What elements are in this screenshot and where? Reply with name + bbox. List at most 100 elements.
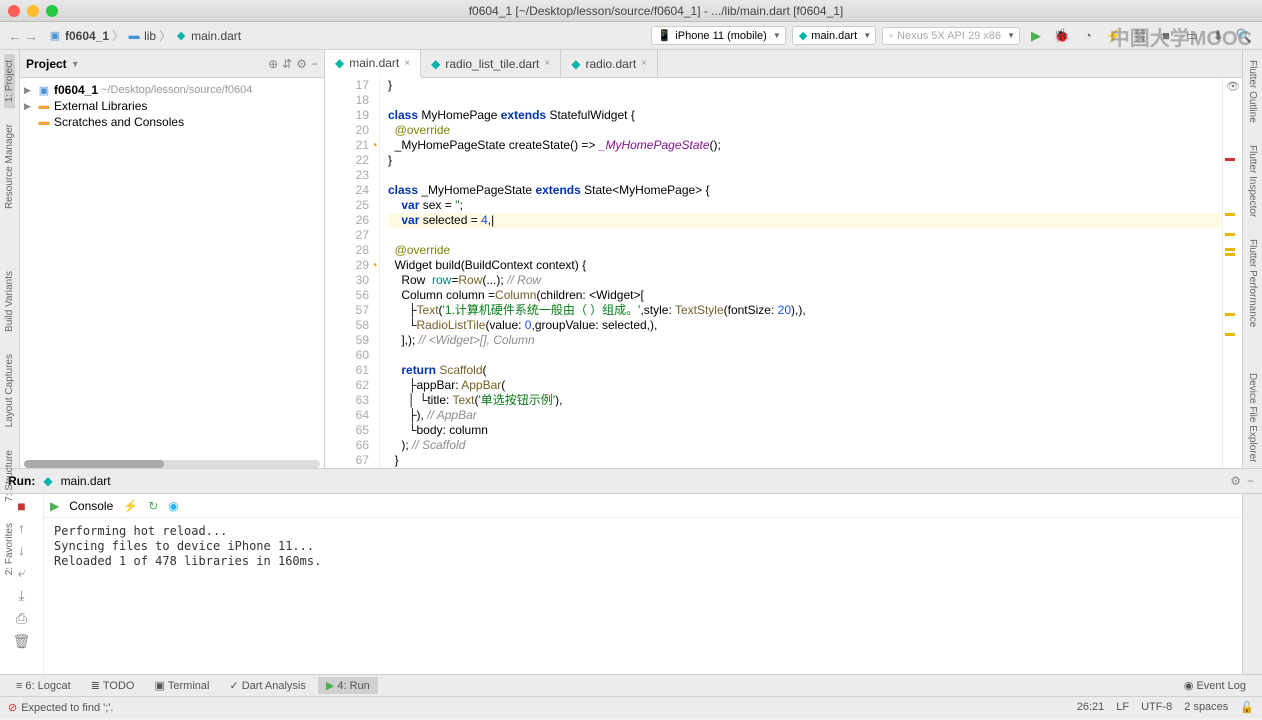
profile-icon[interactable]: ◔ [1078,26,1098,46]
gear-icon[interactable]: ⚙ [1230,474,1241,488]
breadcrumb-project: f0604_1 [65,29,109,43]
scroll-icon[interactable]: ⤓ [18,587,24,604]
tree-row-root[interactable]: ▶ ▣ f0604_1 ~/Desktop/lesson/source/f060… [20,82,324,98]
tree-row-external[interactable]: ▶ ▬ External Libraries [20,98,324,114]
forward-icon[interactable]: → [24,28,38,44]
hot-reload-icon[interactable]: ⚡ [1104,26,1124,46]
run-icon[interactable]: ▶ [1026,26,1046,46]
bottom-tool-tabs: ≡6: Logcat ≣TODO ▣Terminal ✓Dart Analysi… [0,674,1262,696]
event-log-tab[interactable]: ◉Event Log [1176,677,1254,694]
search-icon[interactable]: 🔍 [1234,26,1254,46]
sdk-manager-icon[interactable]: ⬇ [1208,26,1228,46]
open-devtools-icon[interactable]: ◉ [168,499,178,513]
trash-icon[interactable]: 🗑 [13,633,31,650]
editor-tab[interactable]: ◆radio_list_tile.dart× [421,50,561,77]
hide-icon[interactable]: − [1247,474,1254,488]
project-icon: ▣ [37,83,51,97]
status-message: Expected to find ';'. [21,702,113,714]
console-output[interactable]: Performing hot reload... Syncing files t… [44,518,1242,674]
project-tree[interactable]: ▶ ▣ f0604_1 ~/Desktop/lesson/source/f060… [20,78,324,134]
nav-arrows: ← → [8,28,38,44]
resource-manager-tool[interactable]: Resource Manager [4,118,15,215]
flutter-inspector-tool[interactable]: Flutter Inspector [1247,139,1258,223]
down-icon[interactable]: ↓ [18,542,25,558]
avd-manager-icon[interactable]: ▭ [1182,26,1202,46]
editor-area: ◆main.dart×◆radio_list_tile.dart×◆radio.… [325,50,1242,468]
todo-tab[interactable]: ≣TODO [83,677,143,694]
close-icon[interactable] [8,5,20,17]
run-config-selector[interactable]: ◆ main.dart [792,26,876,45]
device-selector[interactable]: 📱 iPhone 11 (mobile) [651,26,786,45]
dart-icon: ◆ [43,474,52,488]
console-tab[interactable]: Console [69,499,113,513]
print-icon[interactable]: ⎙ [16,610,27,627]
layout-captures-tool[interactable]: Layout Captures [4,348,15,433]
editor-tab[interactable]: ◆main.dart× [325,50,421,78]
status-bar: ⊘ Expected to find ';'. 26:21 LF UTF-8 2… [0,696,1262,718]
left-tool-strip: 1: Project Resource Manager Build Varian… [0,50,20,468]
lock-icon[interactable]: 🔓 [1240,701,1254,714]
project-label: Project [26,57,67,71]
debug-icon[interactable]: 🐞 [1052,26,1072,46]
console-area: ■ ↑ ↓ ⤶ ⤓ ⎙ 🗑 ▶ Console ⚡ ↻ ◉ Performing… [0,494,1262,674]
line-number-gutter: 1718192021•2223242526272829•305657585960… [325,78,380,468]
run-tab[interactable]: ▶4: Run [318,677,378,694]
structure-tool[interactable]: 7: Structure [4,444,15,508]
project-panel-header: Project ▼ ⊕ ⇵ ⚙ − [20,50,324,78]
avd-selector[interactable]: ▫ Nexus 5X API 29 x86 [882,27,1020,45]
favorites-tool[interactable]: 2: Favorites [4,517,15,581]
inspection-icon[interactable]: 👁 [1226,80,1240,95]
terminal-tab[interactable]: ▣Terminal [146,677,217,694]
breadcrumb[interactable]: ▣ f0604_1 〉 ▬ lib 〉 ◆ main.dart [48,27,241,44]
flutter-outline-tool[interactable]: Flutter Outline [1247,54,1258,129]
project-panel: Project ▼ ⊕ ⇵ ⚙ − ▶ ▣ f0604_1 ~/Desktop/… [20,50,325,468]
folder-icon: ▬ [127,29,141,43]
phone-icon: 📱 [658,29,672,42]
encoding[interactable]: UTF-8 [1141,701,1172,714]
minimize-icon[interactable] [27,5,39,17]
rerun-icon[interactable]: ▶ [50,499,59,513]
code-area[interactable]: 1718192021•2223242526272829•305657585960… [325,78,1242,468]
dart-file-icon: ◆ [174,29,188,43]
window-title: f0604_1 [~/Desktop/lesson/source/f0604_1… [58,4,1254,18]
error-icon: ⊘ [8,701,17,714]
maximize-icon[interactable] [46,5,58,17]
dart-analysis-tab[interactable]: ✓Dart Analysis [221,677,313,694]
logcat-tab[interactable]: ≡6: Logcat [8,678,79,694]
hide-icon[interactable]: − [311,57,318,71]
editor-tabs: ◆main.dart×◆radio_list_tile.dart×◆radio.… [325,50,1242,78]
collapse-icon[interactable]: ⇵ [282,57,292,71]
code-content[interactable]: }class MyHomePage extends StatefulWidget… [380,78,1222,468]
stop-icon[interactable]: ■ [17,498,25,514]
up-icon[interactable]: ↑ [18,520,25,536]
device-file-explorer-tool[interactable]: Device File Explorer [1247,367,1258,468]
tree-row-scratches[interactable]: ▬ Scratches and Consoles [20,114,324,130]
window-controls [8,5,58,17]
breadcrumb-file: main.dart [191,29,241,43]
run-target: main.dart [61,474,111,488]
wrap-icon[interactable]: ⤶ [18,564,26,581]
error-strip[interactable]: 👁 [1222,78,1242,468]
horizontal-scrollbar[interactable] [24,460,320,468]
flutter-performance-tool[interactable]: Flutter Performance [1247,233,1258,333]
console-tabs: ▶ Console ⚡ ↻ ◉ [44,494,1242,518]
line-separator[interactable]: LF [1116,701,1129,714]
breadcrumb-folder: lib [144,29,156,43]
right-tool-strip: Flutter Outline Flutter Inspector Flutte… [1242,50,1262,468]
close-icon[interactable]: × [544,58,550,69]
back-icon[interactable]: ← [8,28,22,44]
gear-icon[interactable]: ⚙ [296,57,307,71]
close-icon[interactable]: × [404,58,410,69]
indent[interactable]: 2 spaces [1184,701,1228,714]
hot-restart-icon[interactable]: ↻ [148,499,158,513]
close-icon[interactable]: × [641,58,647,69]
hot-reload-icon[interactable]: ⚡ [123,499,138,513]
stop-icon[interactable]: ■ [1156,26,1176,46]
build-variants-tool[interactable]: Build Variants [4,265,15,338]
project-tool[interactable]: 1: Project [4,54,15,108]
attach-icon[interactable]: ⛓ [1130,26,1150,46]
target-icon[interactable]: ⊕ [268,57,278,71]
cursor-position[interactable]: 26:21 [1077,701,1105,714]
project-icon: ▣ [48,29,62,43]
editor-tab[interactable]: ◆radio.dart× [561,50,658,77]
